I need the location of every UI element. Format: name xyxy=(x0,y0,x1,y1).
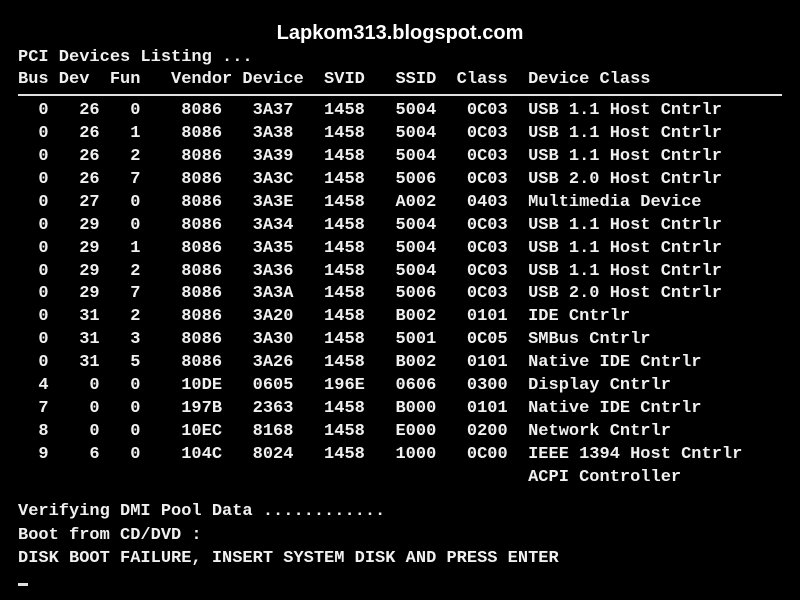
table-row: 0 29 0 8086 3A34 1458 5004 0C03 USB 1.1 … xyxy=(18,215,782,238)
boot-from-line: Boot from CD/DVD : xyxy=(18,524,782,548)
listing-title: PCI Devices Listing ... xyxy=(18,48,782,67)
table-row: 9 6 0 104C 8024 1458 1000 0C00 IEEE 1394… xyxy=(18,444,782,467)
table-row: 0 31 3 8086 3A30 1458 5001 0C05 SMBus Cn… xyxy=(18,329,782,352)
table-row: 0 29 7 8086 3A3A 1458 5006 0C03 USB 2.0 … xyxy=(18,283,782,306)
table-row: 8 0 0 10EC 8168 1458 E000 0200 Network C… xyxy=(18,421,782,444)
table-row: 0 31 2 8086 3A20 1458 B002 0101 IDE Cntr… xyxy=(18,306,782,329)
table-row: 0 26 7 8086 3A3C 1458 5006 0C03 USB 2.0 … xyxy=(18,169,782,192)
boot-failure-line: DISK BOOT FAILURE, INSERT SYSTEM DISK AN… xyxy=(18,547,782,571)
table-body: 0 26 0 8086 3A37 1458 5004 0C03 USB 1.1 … xyxy=(18,100,782,467)
table-row: 0 29 2 8086 3A36 1458 5004 0C03 USB 1.1 … xyxy=(18,261,782,284)
cursor xyxy=(18,583,28,586)
watermark-text: Lapkom313.blogspot.com xyxy=(277,22,524,45)
acpi-line: ACPI Controller xyxy=(18,467,782,490)
footer-block: Verifying DMI Pool Data ............ Boo… xyxy=(18,500,782,595)
table-row: 0 27 0 8086 3A3E 1458 A002 0403 Multimed… xyxy=(18,192,782,215)
table-row: 0 26 2 8086 3A39 1458 5004 0C03 USB 1.1 … xyxy=(18,146,782,169)
table-row: 0 31 5 8086 3A26 1458 B002 0101 Native I… xyxy=(18,352,782,375)
table-row: 0 29 1 8086 3A35 1458 5004 0C03 USB 1.1 … xyxy=(18,238,782,261)
divider-line xyxy=(18,94,782,96)
table-row: 0 26 0 8086 3A37 1458 5004 0C03 USB 1.1 … xyxy=(18,100,782,123)
table-header: Bus Dev Fun Vendor Device SVID SSID Clas… xyxy=(18,69,782,92)
bios-screen: PCI Devices Listing ... Bus Dev Fun Vend… xyxy=(18,48,782,595)
verifying-line: Verifying DMI Pool Data ............ xyxy=(18,500,782,524)
table-row: 4 0 0 10DE 0605 196E 0606 0300 Display C… xyxy=(18,375,782,398)
table-row: 7 0 0 197B 2363 1458 B000 0101 Native ID… xyxy=(18,398,782,421)
table-row: 0 26 1 8086 3A38 1458 5004 0C03 USB 1.1 … xyxy=(18,123,782,146)
